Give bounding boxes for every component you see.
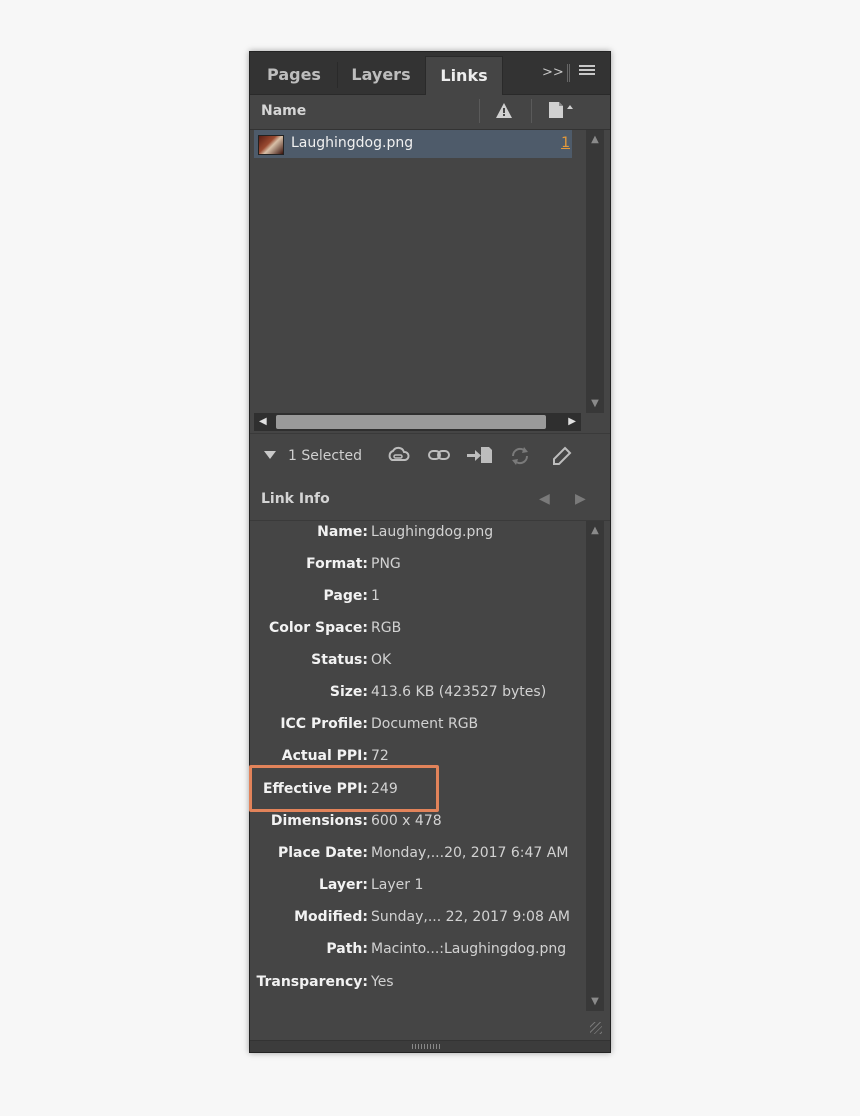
scroll-up-icon[interactable]: ▲ [586,134,604,145]
page-icon[interactable] [548,101,574,123]
resize-grip-icon[interactable] [412,1044,442,1049]
link-file-name: Laughingdog.png [291,135,414,151]
links-column-header: Name [250,95,610,130]
links-toolbar: 1 Selected [250,433,610,479]
info-row-place-date: Place Date: Monday,...20, 2017 6:47 AM [277,845,569,861]
tab-layers[interactable]: Layers [340,56,422,94]
effective-ppi-highlight-box [249,765,439,812]
info-scroll-down-icon[interactable]: ▼ [586,996,604,1007]
link-page-number[interactable]: 1 [561,135,570,151]
info-row-transparency: Transparency: Yes [256,974,394,990]
info-row-icc-profile: ICC Profile: Document RGB [280,716,479,732]
link-info-title: Link Info [261,491,330,507]
tab-pages[interactable]: Pages [254,56,334,94]
link-info-header: Link Info ◀ ▶ [250,478,610,521]
info-row-dimensions: Dimensions: 600 x 478 [270,813,442,829]
panel-bottom-bar [250,1040,610,1052]
links-list-horizontal-scrollbar[interactable]: ◀ ▶ [254,413,581,431]
tab-links[interactable]: Links [425,56,503,95]
scroll-right-icon[interactable]: ▶ [568,416,576,427]
link-row[interactable]: Laughingdog.png 1 [254,130,572,158]
info-row-layer: Layer: Layer 1 [318,877,424,893]
next-link-icon[interactable]: ▶ [575,491,586,507]
links-panel: Pages Layers Links >> Name Laughingdog.p… [249,51,611,1053]
collapse-triangle-icon[interactable] [264,451,276,459]
horizontal-scroll-thumb[interactable] [276,415,546,429]
info-scroll-up-icon[interactable]: ▲ [586,525,604,536]
previous-link-icon[interactable]: ◀ [539,491,550,507]
links-list-vertical-scrollbar[interactable]: ▲ ▼ [586,130,604,413]
selection-count: 1 Selected [288,448,363,464]
cloud-link-icon[interactable] [386,446,410,468]
update-link-icon[interactable] [510,446,530,470]
info-row-modified: Modified: Sunday,... 22, 2017 9:08 AM [294,909,570,925]
scroll-down-icon[interactable]: ▼ [586,398,604,409]
info-row-format: Format: PNG [306,556,401,572]
warning-icon[interactable] [495,102,513,123]
double-chevron-right-icon[interactable]: >> [542,65,564,80]
edit-original-icon[interactable] [552,446,572,470]
info-row-name: Name: Laughingdog.png [317,524,494,540]
info-row-path: Path: Macinto...:Laughingdog.png [326,941,567,957]
scroll-left-icon[interactable]: ◀ [259,416,267,427]
column-name-header[interactable]: Name [261,103,306,119]
panel-tab-bar: Pages Layers Links >> [250,52,610,95]
info-row-color-space: Color Space: RGB [268,620,402,636]
info-row-size: Size: 413.6 KB (423527 bytes) [329,684,547,700]
hamburger-menu-icon[interactable] [579,64,595,82]
image-thumbnail [258,135,284,155]
link-info-vertical-scrollbar[interactable]: ▲ ▼ [586,521,604,1011]
go-to-link-icon[interactable] [467,446,493,468]
info-row-status: Status: OK [311,652,392,668]
info-row-page: Page: 1 [323,588,380,604]
resize-corner-icon[interactable] [590,1022,602,1034]
links-list: Laughingdog.png 1 [254,130,587,413]
relink-icon[interactable] [428,446,450,468]
